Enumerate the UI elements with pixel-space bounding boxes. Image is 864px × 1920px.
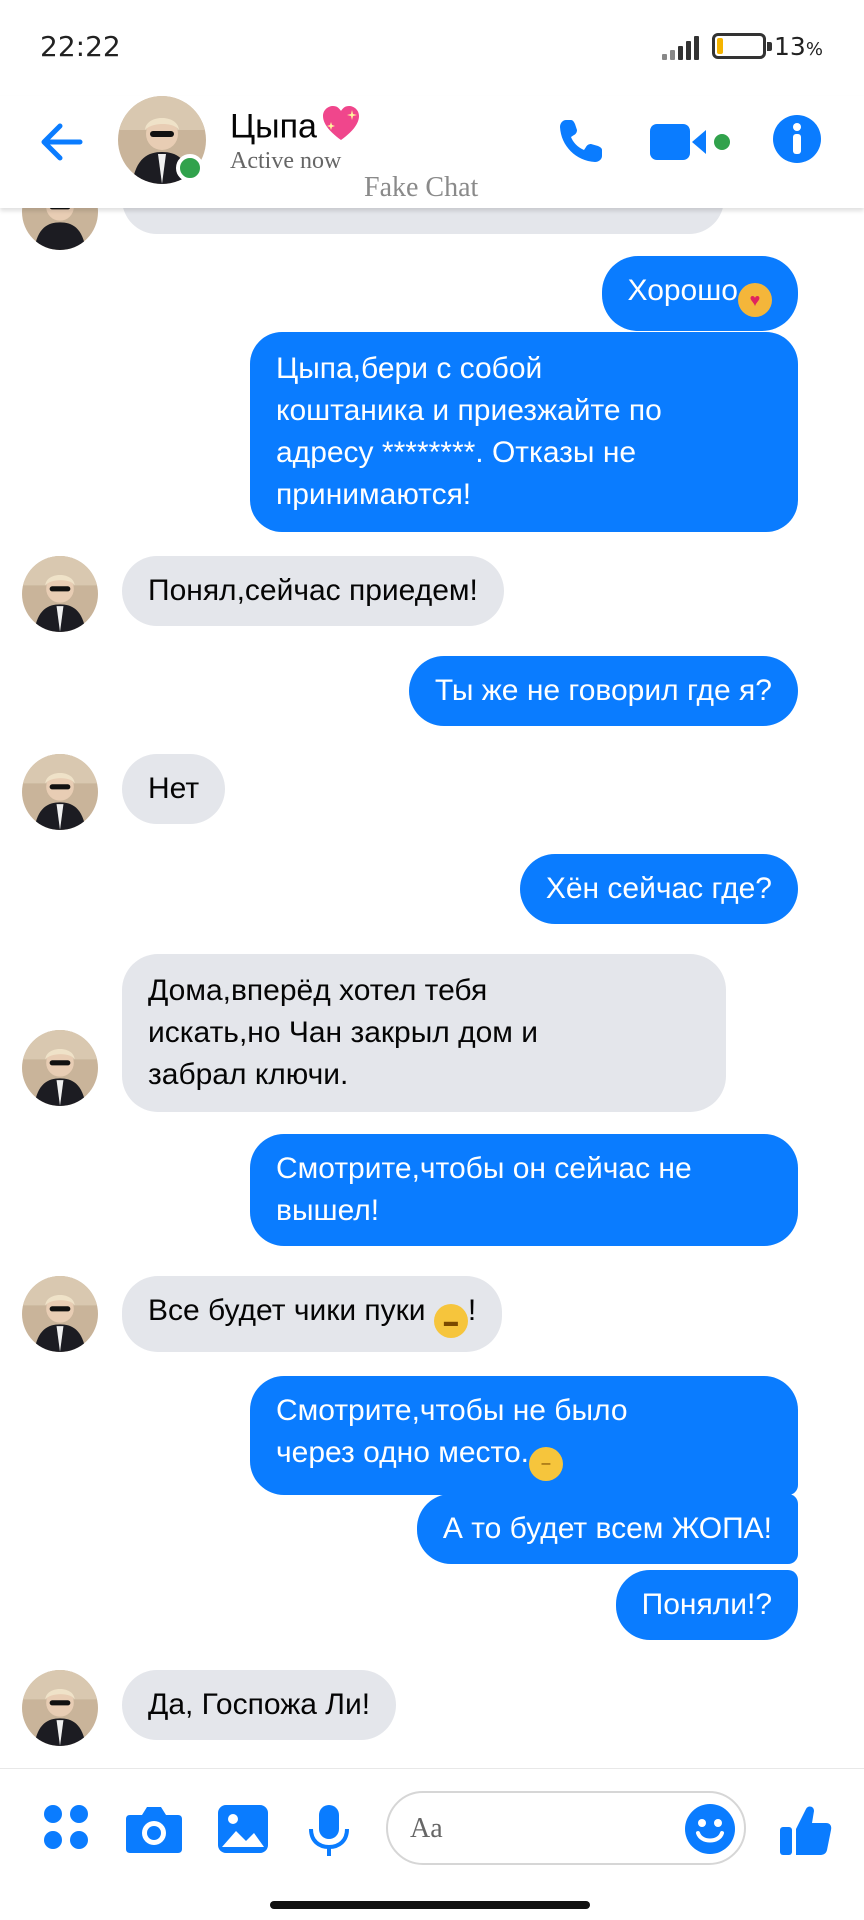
incoming-message-partial[interactable] [122,208,724,234]
status-bar: 22:22 13% [0,0,864,96]
contact-status: Active now [230,148,342,174]
outgoing-message[interactable]: Хён сейчас где? [519,854,798,924]
chat-header: Цыпа Active now Fake Chat [0,96,864,208]
smiley-icon [685,1804,735,1854]
message-compose-box [386,1791,746,1865]
status-time: 22:22 [40,30,121,63]
voice-message-button[interactable] [304,1803,354,1859]
info-button[interactable] [772,114,822,164]
outgoing-message[interactable]: Хорошо ♥ [601,256,798,331]
smiling-cat-heart-eyes-icon: ♥ [738,283,772,317]
emoji-button[interactable] [684,1803,736,1855]
camera-icon [126,1807,182,1853]
contact-avatar-small [22,1670,98,1746]
gallery-button[interactable] [216,1803,270,1855]
grinning-face-icon: ▬ [433,1304,468,1338]
call-button[interactable] [556,116,606,166]
battery-level [717,38,723,54]
incoming-message[interactable]: Все будет чики пуки ▬! [122,1276,503,1352]
contact-avatar-small [22,556,98,632]
composer-bar [0,1768,864,1920]
outgoing-message[interactable]: А то будет всем ЖОПА! [416,1494,798,1564]
online-indicator [176,154,204,182]
outgoing-message[interactable]: Смотрите,чтобы он сейчас не вышел! [250,1134,798,1246]
four-dots-icon [44,1805,88,1849]
more-actions-button[interactable] [42,1803,90,1851]
arrow-left-icon [41,123,83,161]
microphone-icon [309,1805,349,1856]
contact-avatar-small [22,1276,98,1352]
outgoing-message[interactable]: Цыпа,бери с собой коштаника и приезжайте… [250,332,798,532]
signal-icon [662,36,700,60]
outgoing-message[interactable]: Смотрите,чтобы не было через одно место.… [250,1376,798,1495]
message-list[interactable]: Хорошо ♥ Цыпа,бери с собой коштаника и пр… [0,208,864,1768]
camera-button[interactable] [124,1803,184,1855]
home-indicator[interactable] [270,1901,590,1909]
expressionless-face-icon: – [528,1447,563,1481]
thumbs-up-icon [780,1806,832,1855]
phone-icon [560,120,602,162]
incoming-message[interactable]: Да, Госпожа Ли! [122,1670,397,1740]
outgoing-message[interactable]: Ты же не говорил где я? [408,656,798,726]
incoming-message[interactable]: Понял,сейчас приедем! [122,556,504,626]
image-icon [218,1805,268,1853]
video-camera-icon [650,124,730,160]
back-button[interactable] [36,116,88,168]
battery-icon [712,33,772,59]
video-call-button[interactable] [650,120,732,164]
contact-avatar-small [22,754,98,830]
message-input[interactable] [410,1811,670,1847]
contact-avatar-small [22,208,98,250]
outgoing-message[interactable]: Поняли!? [615,1570,798,1640]
sparkling-heart-icon [321,106,361,151]
like-button[interactable] [778,1803,834,1859]
incoming-message[interactable]: Нет [122,754,226,824]
watermark: Fake Chat [364,172,479,203]
battery-percent: 13% [774,32,823,61]
contact-avatar-small [22,1030,98,1106]
contact-name[interactable]: Цыпа [230,106,361,151]
incoming-message[interactable]: Дома,вперёд хотел тебя искать,но Чан зак… [122,954,726,1112]
info-icon [773,115,821,163]
